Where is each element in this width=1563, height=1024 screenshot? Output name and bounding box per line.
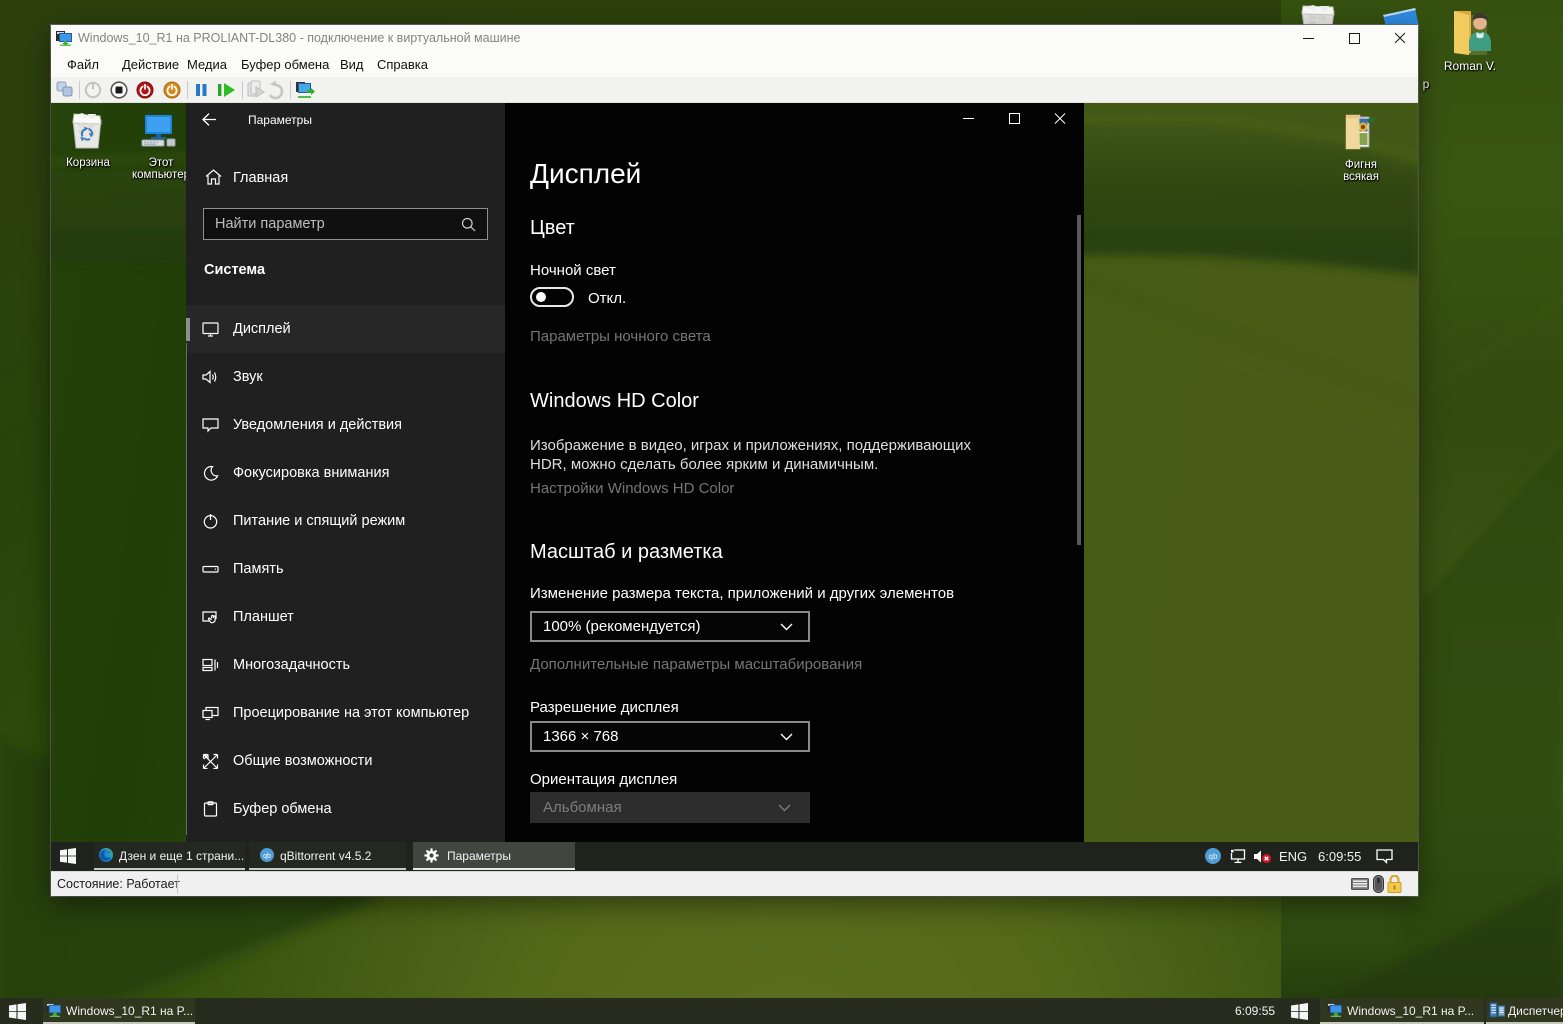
svg-text:qb: qb <box>263 853 271 860</box>
svg-text:qb: qb <box>1209 852 1218 861</box>
